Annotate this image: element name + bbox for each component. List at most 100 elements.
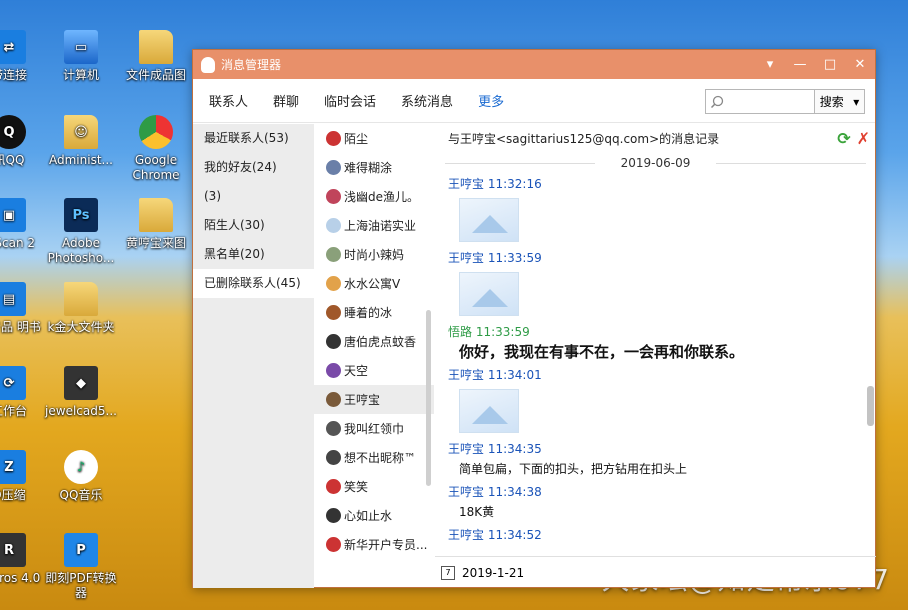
message-header: 王哼宝 11:34:01 <box>448 368 542 382</box>
photoshop-icon: Ps <box>64 198 98 232</box>
desktop-icon-folder-images[interactable]: 黄哼宝来图 <box>117 198 195 251</box>
desktop-icon-chrome[interactable]: Google Chrome <box>117 115 195 183</box>
contact-item[interactable]: 睡着的冰 <box>314 298 434 327</box>
image-placeholder-icon[interactable] <box>459 272 519 316</box>
desktop-icon-scan[interactable]: ▣ n Scan 2 <box>0 198 48 251</box>
avatar <box>326 392 341 407</box>
message-history-panel: 与王哼宝<sagittarius125@qq.com>的消息记录 ⟳ ✗ 201… <box>435 124 876 554</box>
pdf-icon: P <box>64 533 98 567</box>
contact-item[interactable]: 浅幽de渔儿。 <box>314 182 434 211</box>
search-input[interactable] <box>728 90 814 113</box>
contact-item[interactable]: 陌尘 <box>314 124 434 153</box>
message-header: 王哼宝 11:34:35 <box>448 442 542 456</box>
tab-temp-session[interactable]: 临时会话 <box>324 91 376 110</box>
contact-item[interactable]: 上海油诺实业 <box>314 211 434 240</box>
contact-list-scrollbar[interactable] <box>426 310 431 486</box>
music-icon: ♪ <box>64 450 98 484</box>
history-scrollbar[interactable] <box>867 386 874 426</box>
contact-item[interactable]: 笑笑 <box>314 472 434 501</box>
contact-item[interactable]: 我叫红领巾 <box>314 414 434 443</box>
user-folder-icon: ☺ <box>64 115 98 149</box>
desktop-icon-workbench[interactable]: ⟳ 工作台 <box>0 366 48 419</box>
desktop-icon-qqmusic[interactable]: ♪ QQ音乐 <box>42 450 120 503</box>
message-header: 王哼宝 11:34:38 <box>448 485 542 499</box>
desktop-icon-pdf[interactable]: P 即刻PDF转换器 <box>42 533 120 601</box>
desktop-icon-folder-finished[interactable]: 文件成品图 <box>117 30 195 83</box>
desktop-icon-administrator[interactable]: ☺ Administ... <box>42 115 120 168</box>
date-separator: 2019-06-09 <box>435 152 876 174</box>
computer-icon: ▭ <box>64 30 98 64</box>
history-header: 与王哼宝<sagittarius125@qq.com>的消息记录 ⟳ ✗ <box>435 124 876 152</box>
window-title: 消息管理器 <box>221 58 282 72</box>
search-icon <box>706 90 728 113</box>
tab-system-messages[interactable]: 系统消息 <box>401 91 453 110</box>
image-placeholder-icon[interactable] <box>459 198 519 242</box>
title-bar[interactable]: 消息管理器 ▾ — □ ✕ <box>193 50 875 79</box>
avatar <box>326 334 341 349</box>
contact-item[interactable]: 天空 <box>314 356 434 385</box>
message-header: 王哼宝 11:34:52 <box>448 528 542 542</box>
nav-deleted-contacts[interactable]: 已删除联系人(45) <box>193 269 314 298</box>
contact-item[interactable]: 心如止水 <box>314 501 434 530</box>
desktop-icon-zip[interactable]: Z D压缩 <box>0 450 48 503</box>
desktop-icon-folder-k[interactable]: k金大文件夹 <box>42 282 120 335</box>
avatar <box>326 218 341 233</box>
tab-group-chat[interactable]: 群聊 <box>273 91 299 110</box>
contact-item[interactable]: 唐伯虎点蚊香 <box>314 327 434 356</box>
nav-unnamed-group[interactable]: (3) <box>193 182 314 211</box>
zip-icon: Z <box>0 450 26 484</box>
refresh-icon[interactable]: ⟳ <box>837 129 850 148</box>
search-button[interactable]: 搜索 ▾ <box>814 90 864 113</box>
history-title: 与王哼宝<sagittarius125@qq.com>的消息记录 <box>448 131 720 146</box>
contact-item[interactable]: 难得糊涂 <box>314 153 434 182</box>
desktop-icon-qq[interactable]: Q 讯QQ <box>0 115 48 168</box>
contact-item-selected[interactable]: 王哼宝 <box>314 385 434 414</box>
nav-recent-contacts[interactable]: 最近联系人(53) <box>193 124 314 153</box>
avatar <box>326 450 341 465</box>
message-header: 王哼宝 11:32:16 <box>448 177 542 191</box>
desktop-icon-jewelcad[interactable]: ◆ jewelcad5... <box>42 366 120 419</box>
avatar <box>326 189 341 204</box>
folder-icon <box>139 30 173 64</box>
folder-icon <box>64 282 98 316</box>
close-button[interactable]: ✕ <box>845 50 875 79</box>
selected-date[interactable]: 2019-1-21 <box>462 566 524 580</box>
avatar <box>326 479 341 494</box>
message-text: 简单包扁，下面的扣头，把方钻用在扣头上 <box>459 462 688 476</box>
nav-my-friends[interactable]: 我的好友(24) <box>193 153 314 182</box>
contact-item[interactable]: 想不出昵称™ <box>314 443 434 472</box>
desktop-icon-manual[interactable]: ▤ 生产品 明书 <box>0 282 48 335</box>
avatar <box>326 160 341 175</box>
avatar <box>326 363 341 378</box>
tab-more[interactable]: 更多 <box>478 91 504 110</box>
delete-icon[interactable]: ✗ <box>857 129 870 148</box>
contact-item[interactable]: 水水公寓V <box>314 269 434 298</box>
document-icon: ▤ <box>0 282 26 316</box>
chevron-down-icon: ▾ <box>853 94 860 109</box>
workbench-icon: ⟳ <box>0 366 26 400</box>
calendar-icon[interactable]: 7 <box>441 565 455 580</box>
desktop-icon-computer[interactable]: ▭ 计算机 <box>42 30 120 83</box>
maximize-button[interactable]: □ <box>815 50 845 79</box>
avatar <box>326 421 341 436</box>
scan-icon: ▣ <box>0 198 26 232</box>
tab-contacts[interactable]: 联系人 <box>209 91 248 110</box>
nav-strangers[interactable]: 陌生人(30) <box>193 211 314 240</box>
contact-item[interactable]: 时尚小辣妈 <box>314 240 434 269</box>
contact-item[interactable]: 新华开户专员... <box>314 530 434 554</box>
message-manager-window: 消息管理器 ▾ — □ ✕ 联系人 群聊 临时会话 系统消息 更多 搜索 ▾ 最… <box>192 49 876 588</box>
contact-category-list: 最近联系人(53) 我的好友(24) (3) 陌生人(30) 黑名单(20) 已… <box>193 124 314 588</box>
desktop-icon-network[interactable]: ⇄ 带连接 <box>0 30 48 83</box>
desktop-icon-photoshop[interactable]: Ps Adobe Photosho... <box>42 198 120 266</box>
avatar <box>326 508 341 523</box>
avatar <box>326 537 341 552</box>
nav-blacklist[interactable]: 黑名单(20) <box>193 240 314 269</box>
chrome-icon <box>139 115 173 149</box>
menu-button[interactable]: ▾ <box>755 50 785 79</box>
message-text: 18K黄 <box>459 505 495 519</box>
qq-icon: Q <box>0 115 26 149</box>
search-box: 搜索 ▾ <box>705 89 865 114</box>
desktop-icon-rhino[interactable]: R oceros 4.0 <box>0 533 48 586</box>
minimize-button[interactable]: — <box>785 50 815 79</box>
image-placeholder-icon[interactable] <box>459 389 519 433</box>
